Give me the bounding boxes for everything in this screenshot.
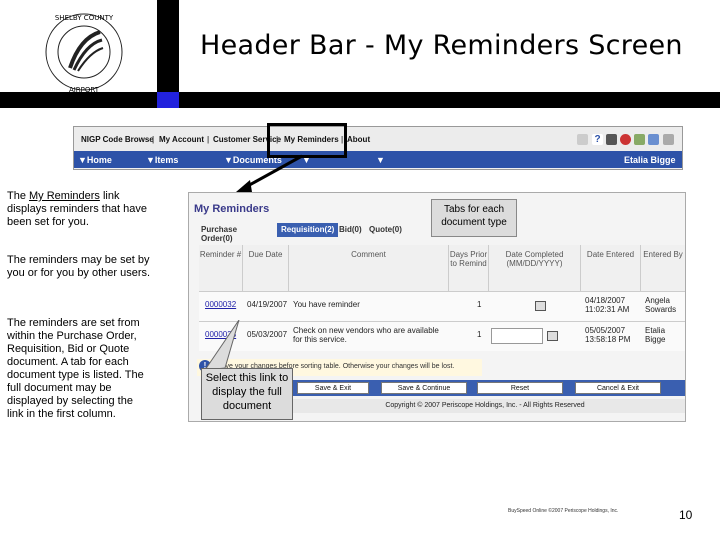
nav-link-my-account[interactable]: My Account [159, 135, 204, 144]
date-completed-input[interactable] [491, 328, 543, 344]
tab-requisition[interactable]: Requisition(2) [277, 223, 339, 237]
slide-title: Header Bar - My Reminders Screen [200, 30, 683, 61]
nav-separator: | [207, 135, 210, 144]
column-header[interactable]: Due Date [243, 245, 289, 291]
menu-items[interactable]: ▼Items [146, 155, 178, 165]
tab-quote[interactable]: Quote(0) [365, 223, 406, 237]
date-entered: 04/18/2007 11:02:31 AM [585, 296, 630, 314]
action-button-bar: Save & Exit Save & Continue Reset Cancel… [285, 380, 685, 396]
table-row: 0000038 05/03/2007 Check on new vendors … [199, 321, 685, 351]
date-entered: 05/05/2007 13:58:18 PM [585, 326, 631, 344]
main-nav-bar: ▼Home ▼Items ▼Documents ▼ ▼ Etalia Bigge [74, 151, 682, 168]
column-header[interactable]: Date Entered [581, 245, 641, 291]
column-header[interactable]: Reminder # [199, 245, 243, 291]
panel-title: My Reminders [194, 203, 270, 215]
menu-home[interactable]: ▼Home [78, 155, 112, 165]
window-icon[interactable] [648, 134, 659, 145]
due-date: 04/19/2007 [247, 300, 288, 309]
tab-bid[interactable]: Bid(0) [335, 223, 366, 237]
column-header[interactable]: Date Completed (MM/DD/YYYY) [489, 245, 581, 291]
help-icon[interactable]: ? [592, 134, 603, 145]
header-blue-square [157, 92, 179, 108]
chevron-down-icon[interactable]: ▼ [376, 155, 385, 165]
calendar-icon[interactable] [535, 301, 546, 311]
days-prior: 1 [477, 330, 482, 339]
note-my-reminders: The My Reminders link displays reminders… [7, 190, 148, 228]
column-header[interactable]: Comment [289, 245, 449, 291]
entered-by: Etalia Bigge [645, 326, 666, 344]
reset-button[interactable]: Reset [477, 382, 563, 394]
header-left-bar [157, 0, 179, 92]
save-continue-button[interactable]: Save & Continue [381, 382, 467, 394]
footer-credit: BuySpeed Online ©2007 Periscope Holdings… [508, 508, 619, 514]
nav-link-nigp[interactable]: NIGP Code Browse [81, 135, 154, 144]
logout-icon[interactable] [620, 134, 631, 145]
reminder-link[interactable]: 0000032 [205, 300, 236, 309]
page-number: 10 [679, 508, 693, 522]
nav-separator: | [152, 135, 155, 144]
app-header-screenshot: NIGP Code Browse | My Account | Customer… [73, 126, 683, 170]
svg-text:AIRPORT: AIRPORT [69, 86, 100, 94]
callout-select-link: Select this link to display the full doc… [201, 368, 293, 420]
column-header[interactable]: Entered By [641, 245, 685, 291]
save-exit-button[interactable]: Save & Exit [297, 382, 369, 394]
tab-purchase-order[interactable]: Purchase Order(0) [197, 223, 241, 243]
callout-tabs: Tabs for each document type [431, 199, 517, 237]
print-icon[interactable] [606, 134, 617, 145]
column-header[interactable]: Days Prior to Remind [449, 245, 489, 291]
pages-icon[interactable] [663, 134, 674, 145]
search-icon[interactable] [577, 134, 588, 145]
entered-by: Angela Sowards [645, 296, 677, 314]
callout-pointer [203, 320, 240, 371]
days-prior: 1 [477, 300, 482, 309]
my-reminders-link-text: My Reminders [29, 190, 100, 202]
calendar-icon[interactable] [547, 331, 558, 341]
top-nav-bar: NIGP Code Browse | My Account | Customer… [74, 127, 682, 151]
nav-link-about[interactable]: About [347, 135, 370, 144]
settings-icon[interactable] [634, 134, 645, 145]
table-row: 0000032 04/19/2007 You have reminder 1 0… [199, 291, 685, 321]
svg-text:SHELBY COUNTY: SHELBY COUNTY [55, 14, 114, 22]
comment: Check on new vendors who are available f… [293, 326, 439, 344]
county-seal-logo: SHELBY COUNTY AIRPORT [45, 13, 123, 94]
current-user-name: Etalia Bigge [624, 155, 676, 165]
comment: You have reminder [293, 300, 360, 309]
note-reminder-tabs: The reminders are set from within the Pu… [7, 317, 144, 420]
cancel-exit-button[interactable]: Cancel & Exit [575, 382, 661, 394]
note-reminders-set: The reminders may be set by you or for y… [7, 254, 151, 279]
copyright-text: Copyright © 2007 Periscope Holdings, Inc… [285, 399, 685, 413]
